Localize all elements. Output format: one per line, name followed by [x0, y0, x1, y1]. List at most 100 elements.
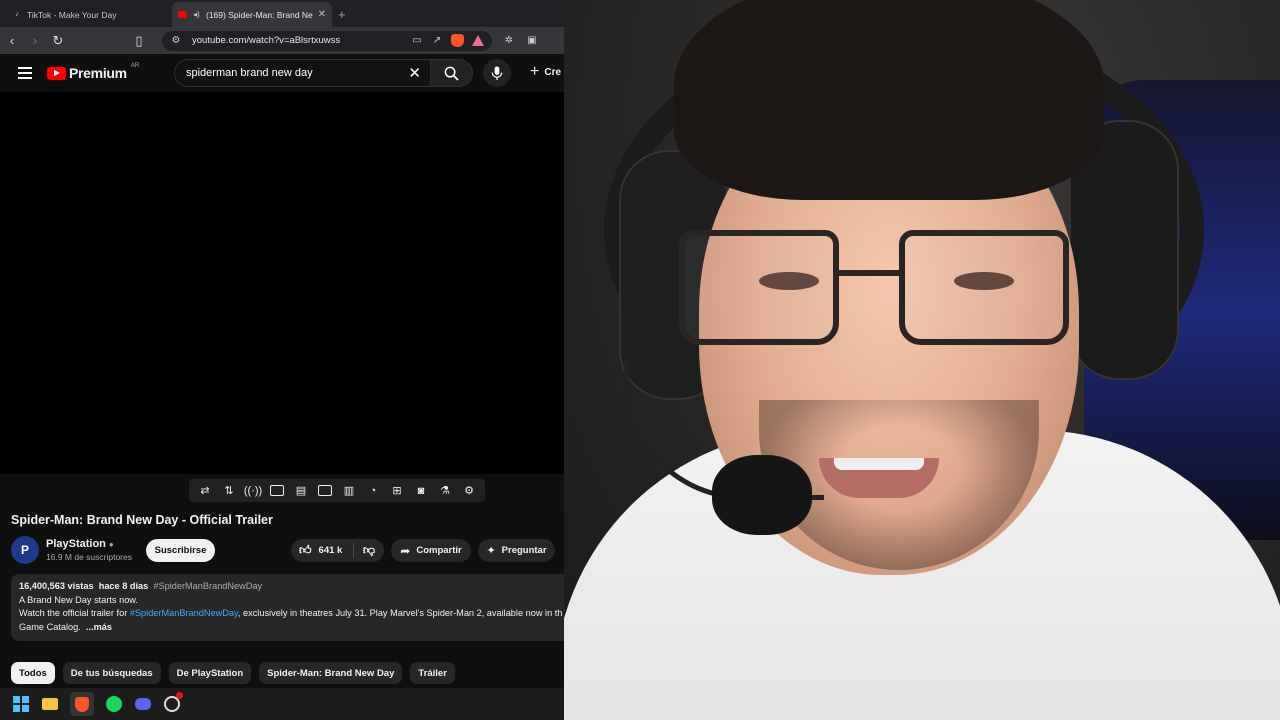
teeth	[834, 458, 924, 470]
create-button[interactable]: + Cre	[530, 63, 561, 81]
chip-spiderman[interactable]: Spider-Man: Brand New Day	[259, 662, 403, 684]
search-icon	[444, 66, 459, 81]
dislike-button[interactable]: 👎︎	[354, 543, 384, 558]
ask-button[interactable]: ✦ Preguntar	[478, 539, 555, 562]
description-line: A Brand New Day starts now.	[19, 594, 138, 605]
lab-icon[interactable]: ⚗	[437, 484, 453, 498]
menu-icon[interactable]	[18, 67, 32, 79]
share-icon[interactable]: ↗	[431, 35, 443, 47]
youtube-header: Premium AR spiderman brand new day ✕ + C…	[0, 54, 564, 92]
browser-window: ♪ TikTok - Make Your Day ◂) (169) Spider…	[0, 0, 564, 688]
new-tab-button[interactable]: +	[338, 7, 346, 22]
pip-icon[interactable]	[317, 484, 333, 498]
forward-icon[interactable]: ›	[29, 33, 41, 48]
related-chips: Todos De tus búsquedas De PlayStation Sp…	[11, 662, 455, 684]
hashtag[interactable]: #SpiderManBrandNewDay	[153, 581, 262, 591]
clapper-icon[interactable]: ▤	[293, 484, 309, 498]
description-line: Game Catalog. ...más	[19, 621, 564, 635]
file-explorer-icon[interactable]	[41, 695, 59, 713]
film-strip-icon[interactable]: ▥	[341, 484, 357, 498]
theater-icon[interactable]	[269, 484, 285, 498]
taskbar	[0, 688, 564, 720]
tab-youtube[interactable]: ◂) (169) Spider-Man: Brand New ✕	[172, 2, 332, 27]
add-frame-icon[interactable]: ⊞	[389, 484, 405, 498]
wallet-icon[interactable]: ▣	[526, 35, 538, 47]
speed-icon[interactable]: ◔	[365, 484, 381, 498]
tiktok-icon: ♪	[15, 11, 19, 18]
webcam-feed	[564, 0, 1280, 720]
channel-name[interactable]: PlayStation	[46, 538, 106, 550]
audio-playing-icon	[178, 11, 187, 18]
description-box[interactable]: 16,400,563 vistas hace 8 días #SpiderMan…	[11, 574, 564, 641]
reload-icon[interactable]: ↻	[52, 33, 64, 49]
search-value: spiderman brand new day	[186, 67, 313, 79]
player-extension-toolbar: ⇄ ⇅ ((·)) ▤ ▥ ◔ ⊞ ◙ ⚗ ⚙	[189, 479, 485, 502]
close-tab-icon[interactable]: ✕	[318, 9, 326, 20]
tab-tiktok[interactable]: ♪ TikTok - Make Your Day	[6, 2, 172, 27]
address-bar-row: ‹ › ↻ ▯ ⚙ youtube.com/watch?v=aBlsrtxuws…	[0, 27, 564, 54]
chip-searches[interactable]: De tus búsquedas	[62, 662, 161, 684]
back-icon[interactable]: ‹	[6, 33, 18, 48]
microphone-icon	[491, 65, 503, 80]
extensions-icon[interactable]: ✲	[503, 35, 515, 47]
url-field[interactable]: ⚙ youtube.com/watch?v=aBlsrtxuwss ▭ ↗	[162, 30, 492, 51]
sparkle-icon: ✦	[486, 545, 496, 557]
screenshot-icon[interactable]: ◙	[413, 484, 429, 498]
brave-shields-icon[interactable]	[451, 34, 464, 47]
bookmark-icon[interactable]: ▯	[133, 33, 145, 49]
channel-info: P PlayStation ● 16.9 M de suscriptores	[11, 536, 132, 564]
site-info-icon[interactable]: ⚙	[170, 35, 182, 47]
sort-icon[interactable]: ⇅	[221, 484, 237, 498]
subscriber-count: 16.9 M de suscriptores	[46, 552, 132, 562]
view-count: 16,400,563 vistas	[19, 581, 94, 591]
glasses	[679, 230, 1079, 370]
voice-search-button[interactable]	[483, 59, 511, 87]
show-more-link[interactable]: ...más	[86, 622, 112, 632]
logo-text: Premium	[69, 65, 127, 81]
obs-icon[interactable]	[163, 692, 183, 713]
url-text: youtube.com/watch?v=aBlsrtxuwss	[192, 35, 341, 46]
search-input[interactable]: spiderman brand new day ✕	[174, 59, 431, 87]
clear-search-icon[interactable]: ✕	[408, 64, 421, 82]
cast-icon[interactable]: ▭	[411, 35, 423, 47]
hashtag-link[interactable]: #SpiderManBrandNewDay	[130, 608, 238, 618]
like-button[interactable]: 👍︎ 641 k	[291, 543, 353, 558]
description-stats: 16,400,563 vistas hace 8 días #SpiderMan…	[19, 580, 564, 594]
broadcast-icon[interactable]: ((·))	[244, 484, 262, 498]
upload-age: hace 8 días	[98, 581, 149, 591]
ask-label: Preguntar	[501, 545, 547, 556]
search-button[interactable]	[431, 59, 473, 87]
share-label: Compartir	[416, 545, 462, 556]
desc-text: Game Catalog.	[19, 621, 81, 632]
windows-start-icon[interactable]	[12, 695, 30, 713]
brave-browser-icon[interactable]	[70, 692, 94, 716]
chip-todos[interactable]: Todos	[11, 662, 55, 684]
chip-playstation[interactable]: De PlayStation	[168, 662, 252, 684]
tab-title: (169) Spider-Man: Brand New	[206, 9, 313, 20]
share-button[interactable]: ➦ Compartir	[391, 539, 471, 562]
notification-badge	[176, 692, 183, 699]
desc-text: Watch the official trailer for	[19, 608, 130, 618]
region-code: AR	[130, 63, 140, 69]
screen: ♪ TikTok - Make Your Day ◂) (169) Spider…	[0, 0, 1280, 720]
desc-text: , exclusively in theatres July 31. Play …	[237, 608, 563, 618]
thumbs-up-icon: 👍︎	[299, 543, 312, 557]
create-label: Cre	[544, 66, 562, 78]
settings-icon[interactable]: ⚙	[461, 484, 477, 498]
brave-rewards-icon[interactable]	[472, 35, 484, 46]
speaker-icon[interactable]: ◂)	[192, 9, 201, 21]
description-line: Watch the official trailer for #SpiderMa…	[19, 607, 564, 621]
loop-icon[interactable]: ⇄	[197, 484, 213, 498]
discord-icon[interactable]	[134, 695, 152, 713]
video-player[interactable]	[0, 92, 564, 474]
plus-icon: +	[530, 63, 540, 80]
tab-title: TikTok - Make Your Day	[27, 9, 117, 20]
headset-mic	[712, 455, 812, 535]
verified-icon: ●	[108, 540, 114, 549]
spotify-icon[interactable]	[105, 695, 123, 713]
subscribe-button[interactable]: Suscribirse	[146, 539, 215, 562]
hair	[674, 0, 1104, 200]
chip-trailer[interactable]: Tráiler	[410, 662, 455, 684]
youtube-logo[interactable]: Premium AR	[47, 63, 140, 81]
channel-avatar[interactable]: P	[11, 536, 39, 564]
